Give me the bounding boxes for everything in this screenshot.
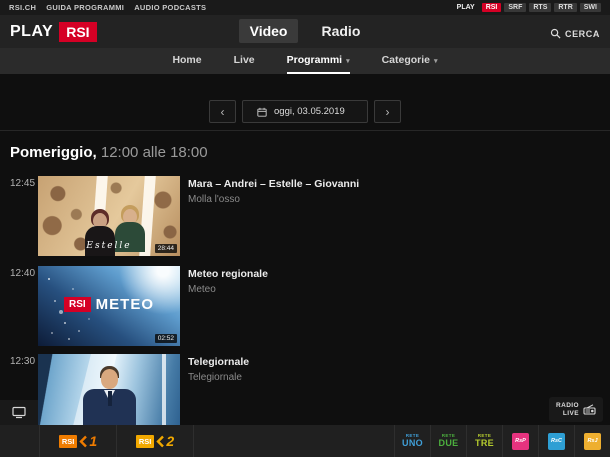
tv-icon <box>12 406 26 419</box>
rsi-logo-box: RSI <box>135 434 155 448</box>
program-meta: Mara – Andrei – Estelle – Giovanni Molla… <box>188 178 359 205</box>
nav-programmi-label: Programmi <box>286 54 343 66</box>
portal-switcher: PLAY RSI SRF RTS RTR SWI <box>453 3 601 12</box>
channel-number: 2 <box>166 433 175 449</box>
rsi-logo-box: RSI <box>63 297 91 312</box>
channel-bar: RSI 1 RSI 2 RETE UNO RETE DUE RETE TRE R… <box>0 425 610 457</box>
channel-radio-swiss-classic[interactable]: RsC <box>538 425 574 457</box>
program-thumbnail: Estelle 28:44 <box>38 176 180 256</box>
snow-speckles <box>48 278 50 280</box>
portal-swi[interactable]: SWI <box>579 3 601 12</box>
main-nav: Home Live Programmi ▾ Categorie ▾ <box>0 48 610 74</box>
utility-links: RSI.CH GUIDA PROGRAMMI AUDIO PODCASTS <box>9 3 206 12</box>
nav-live[interactable]: Live <box>234 48 255 74</box>
radio-live-label: RADIO LIVE <box>556 402 579 418</box>
rete-uno-line2: UNO <box>402 437 423 448</box>
prev-day-button[interactable]: ‹ <box>209 100 236 123</box>
channel-rete-tre[interactable]: RETE TRE <box>466 425 502 457</box>
radio-live-line2: LIVE <box>562 409 579 417</box>
utility-bar: RSI.CH GUIDA PROGRAMMI AUDIO PODCASTS PL… <box>0 0 610 15</box>
radio-swiss-pop-icon: RsP <box>512 432 529 450</box>
link-guida-programmi[interactable]: GUIDA PROGRAMMI <box>46 3 124 12</box>
rsi-logo-box: RSI <box>58 434 78 448</box>
chevron-down-icon: ▾ <box>434 58 438 65</box>
portal-srf[interactable]: SRF <box>504 3 527 12</box>
radio-live-button[interactable]: RADIO LIVE <box>549 397 603 422</box>
anchor-head <box>101 369 118 389</box>
studio-column <box>162 354 166 434</box>
date-select[interactable]: oggi, 03.05.2019 <box>242 100 368 123</box>
header: PLAY RSI Video Radio CERCA <box>0 15 610 48</box>
program-row[interactable]: 12:45 Estelle 28:44 Mara – Andrei – Este… <box>0 176 610 256</box>
nav-live-label: Live <box>233 54 255 66</box>
program-title: Meteo regionale <box>188 268 268 280</box>
next-day-button[interactable]: › <box>374 100 401 123</box>
radio-icon <box>583 404 596 415</box>
tv-channels-toggle[interactable] <box>0 400 38 425</box>
program-title: Telegiornale <box>188 356 250 368</box>
date-value: oggi, 03.05.2019 <box>274 106 345 117</box>
portal-rsi[interactable]: RSI <box>481 3 502 12</box>
nav-programmi[interactable]: Programmi ▾ <box>286 48 350 74</box>
rete-tre-line2: TRE <box>475 437 494 448</box>
rsi-meteo-logo: RSI METEO <box>38 296 180 313</box>
link-audio-podcasts[interactable]: AUDIO PODCASTS <box>134 3 206 12</box>
channel-number: 1 <box>89 433 98 449</box>
portal-play: PLAY <box>456 4 475 11</box>
program-thumbnail <box>38 354 180 434</box>
duration-badge: 02:52 <box>154 334 177 343</box>
link-rsi-ch[interactable]: RSI.CH <box>9 3 36 12</box>
chevron-down-icon: ▾ <box>346 58 350 65</box>
program-subtitle: Molla l'osso <box>188 194 240 205</box>
portal-rtr[interactable]: RTR <box>554 3 577 12</box>
program-title: Mara – Andrei – Estelle – Giovanni <box>188 178 360 190</box>
channel-rete-uno[interactable]: RETE UNO <box>394 425 430 457</box>
program-subtitle: Meteo <box>188 284 216 295</box>
meteo-logo-text: METEO <box>95 296 154 313</box>
la-glyph-icon <box>79 435 88 447</box>
program-meta: Meteo regionale Meteo <box>188 268 268 295</box>
channel-bar-spacer <box>0 425 40 457</box>
channel-rsi-la2[interactable]: RSI 2 <box>117 425 194 457</box>
search-button[interactable]: CERCA <box>550 28 600 39</box>
program-time: 12:45 <box>10 178 36 189</box>
program-time: 12:30 <box>10 356 36 367</box>
program-meta: Telegiornale Telegiornale <box>188 356 249 383</box>
radio-swiss-jazz-icon: RsJ <box>584 432 601 450</box>
program-row[interactable]: 12:30 Telegiornale Telegiornale <box>0 354 610 434</box>
program-row[interactable]: 12:40 RSI METEO 02:52 Meteo regionale Me… <box>0 266 610 346</box>
tab-radio[interactable]: Radio <box>310 19 371 43</box>
la-glyph-icon <box>156 435 165 447</box>
nav-home[interactable]: Home <box>172 48 201 74</box>
duration-badge: 28:44 <box>154 244 177 253</box>
date-picker: ‹ oggi, 03.05.2019 › <box>0 100 610 123</box>
divider <box>0 130 610 131</box>
nav-categorie-label: Categorie <box>381 54 431 66</box>
program-subtitle: Telegiornale <box>188 372 242 383</box>
anchor-tie <box>107 391 112 406</box>
portal-rts[interactable]: RTS <box>529 3 552 12</box>
tab-video[interactable]: Video <box>238 19 299 43</box>
radio-channels: RETE UNO RETE DUE RETE TRE RsP RsC RsJ <box>394 425 610 457</box>
section-title: Pomeriggio, <box>10 144 97 161</box>
radio-live-line1: RADIO <box>556 401 579 409</box>
nav-categorie[interactable]: Categorie ▾ <box>382 48 438 74</box>
channel-radio-swiss-jazz[interactable]: RsJ <box>574 425 610 457</box>
play-rsi-screen: RSI.CH GUIDA PROGRAMMI AUDIO PODCASTS PL… <box>0 0 610 457</box>
program-thumbnail: RSI METEO 02:52 <box>38 266 180 346</box>
channel-radio-swiss-pop[interactable]: RsP <box>502 425 538 457</box>
radio-swiss-classic-icon: RsC <box>548 432 565 450</box>
nav-home-label: Home <box>172 54 202 66</box>
search-icon <box>550 28 561 39</box>
program-time: 12:40 <box>10 268 36 279</box>
rete-due-line2: DUE <box>438 437 459 448</box>
channel-rete-due[interactable]: RETE DUE <box>430 425 466 457</box>
section-heading: Pomeriggio, 12:00 alle 18:00 <box>10 144 208 161</box>
calendar-icon <box>257 107 267 117</box>
section-time-range: 12:00 alle 18:00 <box>100 144 208 161</box>
media-tabs: Video Radio <box>0 19 610 43</box>
channel-rsi-la1[interactable]: RSI 1 <box>40 425 117 457</box>
search-label: CERCA <box>564 28 600 39</box>
